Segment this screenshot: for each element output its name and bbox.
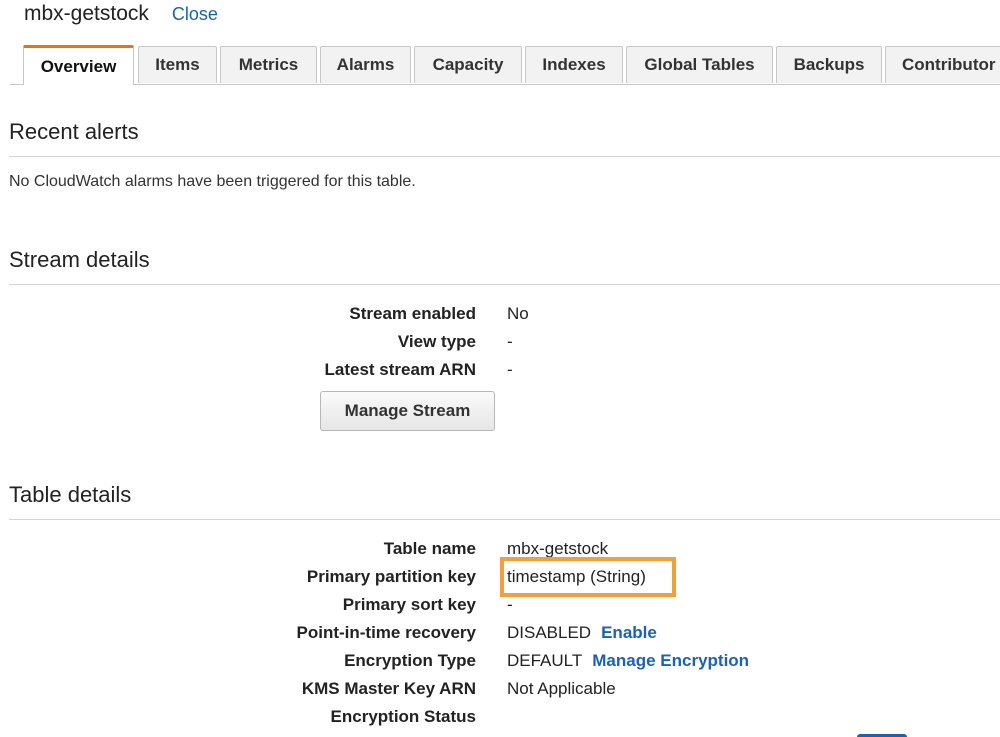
tab-bar-baseline [10,84,1000,85]
kms-key-label: KMS Master Key ARN [301,679,476,698]
pitr-label: Point-in-time recovery [296,623,477,642]
view-type-value: - [507,332,513,351]
encryption-type-row: Encryption Type DEFAULT Manage Encryption [0,651,1000,675]
tab-contributor[interactable]: Contributor [885,46,1000,83]
view-type-label: View type [397,332,476,351]
view-type-row: View type - [0,332,1000,356]
table-name-value: mbx-getstock [507,539,609,558]
encryption-status-label: Encryption Status [330,707,476,726]
sort-key-row: Primary sort key - [0,595,1000,619]
pitr-value: DISABLED [507,623,592,642]
tab-overview[interactable]: Overview [23,45,134,85]
latest-stream-arn-label: Latest stream ARN [324,360,476,379]
tab-backups[interactable]: Backups [776,46,882,83]
tab-items[interactable]: Items [138,46,217,83]
page-title: mbx-getstock [24,2,149,25]
tab-indexes[interactable]: Indexes [525,46,623,83]
tab-metrics[interactable]: Metrics [220,46,317,83]
encryption-type-value: DEFAULT [507,651,583,670]
pitr-value-group: DISABLED Enable [507,623,657,643]
recent-alerts-heading: Recent alerts [9,119,139,144]
tab-global-tables[interactable]: Global Tables [626,46,773,83]
manage-encryption-link[interactable]: Manage Encryption [592,651,749,670]
manage-stream-button[interactable]: Manage Stream [320,391,495,431]
table-name-label: Table name [383,539,476,558]
table-details-heading: Table details [9,482,132,507]
recent-alerts-message: No CloudWatch alarms have been triggered… [9,173,416,190]
partition-key-value: timestamp (String) [507,567,646,586]
table-name-row: Table name mbx-getstock [0,539,1000,563]
tab-alarms[interactable]: Alarms [320,46,411,83]
tab-bar: Overview Items Metrics Alarms Capacity I… [0,45,1000,85]
partition-key-row: Primary partition key timestamp (String) [0,567,1000,591]
stream-enabled-row: Stream enabled No [0,304,1000,328]
title-bar: mbx-getstock Close [24,2,218,30]
encryption-type-label: Encryption Type [344,651,476,670]
close-link[interactable]: Close [172,4,218,25]
kms-key-row: KMS Master Key ARN Not Applicable [0,679,1000,703]
sort-key-value: - [507,595,513,614]
stream-enabled-value: No [507,304,529,323]
recent-alerts-divider [9,156,1000,157]
tab-capacity[interactable]: Capacity [414,46,522,83]
latest-stream-arn-value: - [507,360,513,379]
sort-key-label: Primary sort key [342,595,476,614]
encryption-type-value-group: DEFAULT Manage Encryption [507,651,749,671]
kms-key-value: Not Applicable [507,679,616,698]
stream-details-divider [9,284,1000,285]
stream-enabled-label: Stream enabled [349,304,476,323]
partition-key-label: Primary partition key [306,567,476,586]
stream-details-heading: Stream details [9,247,150,272]
table-details-divider [9,519,1000,520]
enable-pitr-link[interactable]: Enable [601,623,657,642]
encryption-status-row: Encryption Status [0,707,1000,731]
latest-stream-arn-row: Latest stream ARN - [0,360,1000,384]
pitr-row: Point-in-time recovery DISABLED Enable [0,623,1000,647]
